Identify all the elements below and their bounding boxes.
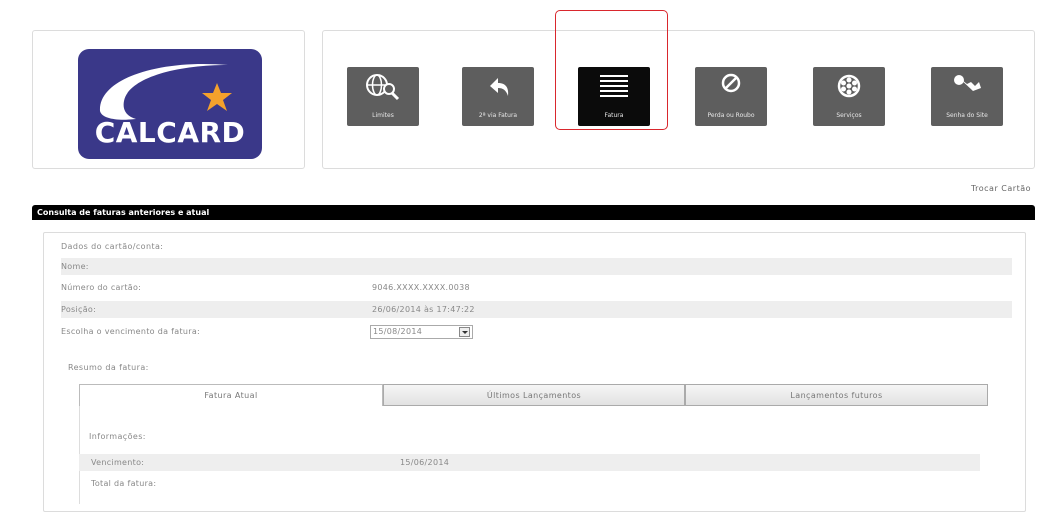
trocar-cartao-link[interactable]: Trocar Cartão: [971, 184, 1031, 193]
section-header: Consulta de faturas anteriores e atual: [32, 205, 1035, 220]
segunda-via-button[interactable]: 2ª via Fatura: [462, 67, 534, 126]
tab-ultimos-lancamentos[interactable]: Últimos Lançamentos: [383, 384, 685, 406]
limites-button[interactable]: Limites: [347, 67, 419, 126]
prohibited-icon: [721, 73, 741, 93]
highlight-box: [555, 10, 668, 130]
perda-roubo-button[interactable]: Perda ou Roubo: [695, 67, 767, 126]
tab-fatura-atual[interactable]: Fatura Atual: [79, 384, 383, 406]
nome-label: Nome:: [61, 262, 89, 271]
segunda-via-label: 2ª via Fatura: [478, 112, 518, 119]
section-title: Consulta de faturas anteriores e atual: [37, 208, 210, 217]
resumo-heading: Resumo da fatura:: [68, 363, 149, 372]
perda-roubo-label: Perda ou Roubo: [707, 112, 755, 119]
numero-row: Número do cartão: 9046.XXXX.XXXX.0038: [61, 279, 1012, 296]
menu-panel: Limites 2ª via Fatura Fatura Perda ou Ro…: [322, 30, 1035, 169]
wheel-icon: [837, 74, 861, 98]
info-vencimento-label: Vencimento:: [91, 458, 145, 467]
posicao-value: 26/06/2014 às 17:47:22: [372, 305, 475, 314]
servicos-label: Serviços: [836, 112, 862, 119]
servicos-button[interactable]: Serviços: [813, 67, 885, 126]
key-icon: [954, 75, 981, 91]
vencimento-select-row: Escolha o vencimento da fatura: 15/08/20…: [61, 323, 1012, 340]
info-total-label: Total da fatura:: [91, 479, 157, 488]
card-data-heading: Dados do cartão/conta:: [61, 242, 164, 251]
posicao-label: Posição:: [61, 305, 97, 314]
limites-label: Limites: [372, 112, 394, 119]
calcard-logo: CALCARD: [78, 49, 262, 159]
numero-value: 9046.XXXX.XXXX.0038: [372, 283, 470, 292]
vencimento-select-label: Escolha o vencimento da fatura:: [61, 327, 201, 336]
logo-panel: CALCARD: [32, 30, 305, 169]
tab-lancamentos-futuros[interactable]: Lançamentos futuros: [685, 384, 988, 406]
chevron-down-icon[interactable]: [459, 327, 470, 337]
vencimento-selected-value: 15/08/2014: [373, 327, 423, 336]
nome-row: Nome:: [61, 258, 1012, 275]
posicao-row: Posição: 26/06/2014 às 17:47:22: [61, 301, 1012, 318]
info-vencimento-value: 15/06/2014: [400, 458, 450, 467]
informacoes-heading: Informações:: [89, 432, 146, 441]
globe-search-icon: [366, 74, 400, 101]
info-vencimento-row: Vencimento: 15/06/2014: [79, 454, 980, 471]
numero-label: Número do cartão:: [61, 283, 142, 292]
vencimento-dropdown[interactable]: 15/08/2014: [370, 325, 473, 339]
logo-text: CALCARD: [94, 116, 246, 149]
info-total-row: Total da fatura:: [79, 475, 980, 492]
senha-site-button[interactable]: Senha do Site: [931, 67, 1003, 126]
reply-arrow-icon: [490, 78, 509, 96]
senha-site-label: Senha do Site: [946, 112, 988, 119]
